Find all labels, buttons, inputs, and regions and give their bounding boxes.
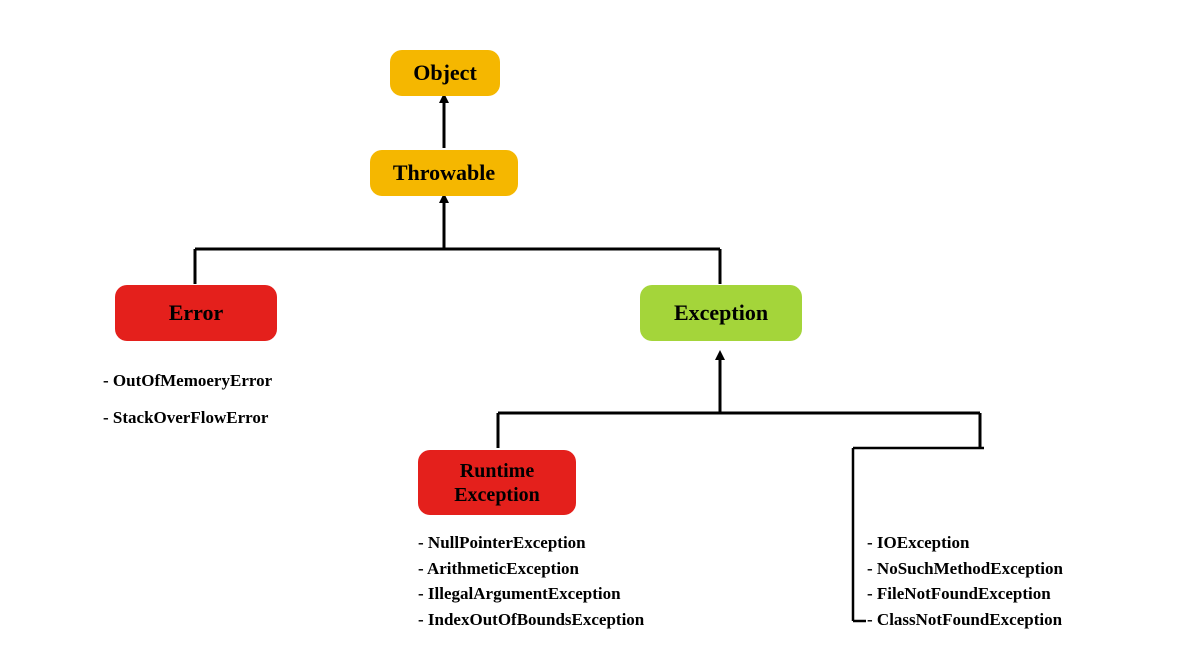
- node-exception-label: Exception: [674, 300, 768, 326]
- node-throwable: Throwable: [370, 150, 518, 196]
- error-children-list: - OutOfMemoeryError - StackOverFlowError: [103, 362, 272, 437]
- node-throwable-label: Throwable: [393, 160, 495, 186]
- list-item: - OutOfMemoeryError: [103, 362, 272, 399]
- checked-exception-children-list: - IOException - NoSuchMethodException - …: [867, 530, 1063, 632]
- list-item: - IndexOutOfBoundsException: [418, 607, 644, 633]
- node-object-label: Object: [413, 60, 477, 86]
- node-runtime-exception: Runtime Exception: [418, 450, 576, 515]
- list-item: - NullPointerException: [418, 530, 644, 556]
- node-exception: Exception: [640, 285, 802, 341]
- list-item: - IOException: [867, 530, 1063, 556]
- list-item: - ClassNotFoundException: [867, 607, 1063, 633]
- list-item: - StackOverFlowError: [103, 399, 272, 436]
- node-object: Object: [390, 50, 500, 96]
- list-item: - NoSuchMethodException: [867, 556, 1063, 582]
- node-error-label: Error: [169, 300, 224, 326]
- node-error: Error: [115, 285, 277, 341]
- runtime-children-list: - NullPointerException - ArithmeticExcep…: [418, 530, 644, 632]
- list-item: - FileNotFoundException: [867, 581, 1063, 607]
- node-runtime-exception-label: Runtime Exception: [434, 459, 560, 507]
- list-item: - IllegalArgumentException: [418, 581, 644, 607]
- list-item: - ArithmeticException: [418, 556, 644, 582]
